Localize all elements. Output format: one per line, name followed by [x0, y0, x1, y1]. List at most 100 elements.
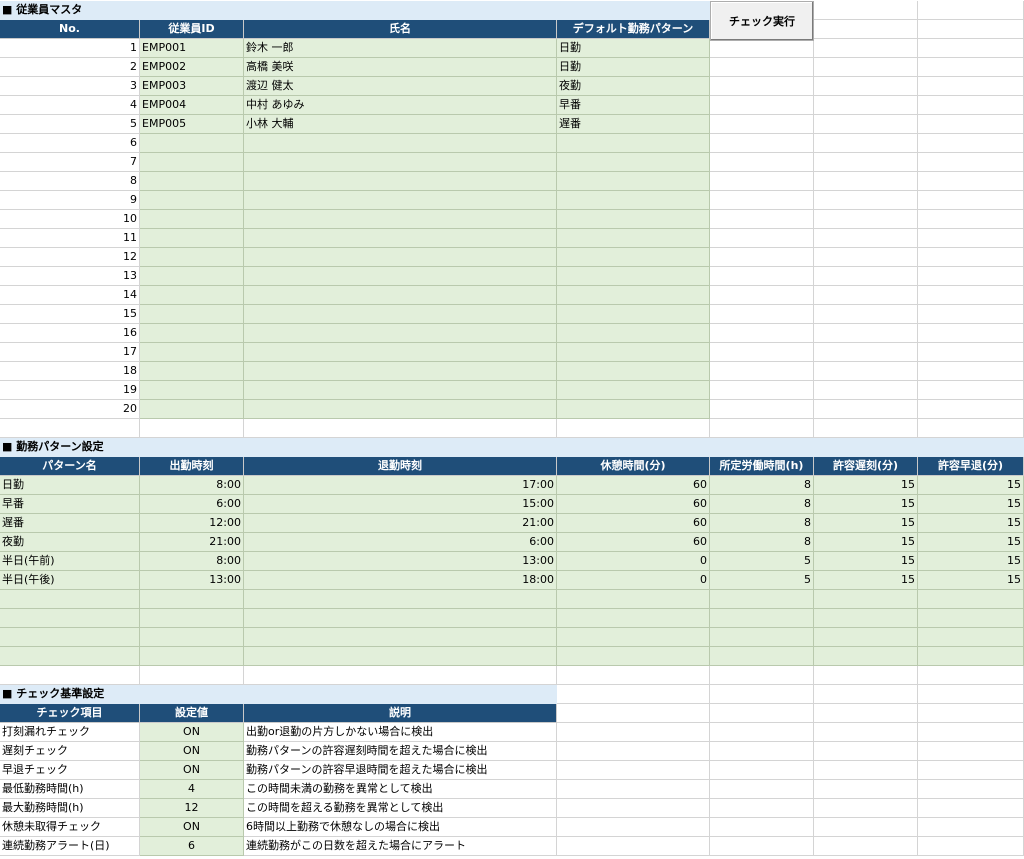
employee-id-cell[interactable]: EMP003: [140, 77, 244, 96]
employee-no[interactable]: 7: [0, 153, 140, 172]
grid-cell[interactable]: [557, 704, 710, 723]
pattern-value-cell[interactable]: [814, 628, 918, 647]
grid-cell[interactable]: [557, 780, 710, 799]
grid-cell[interactable]: [814, 77, 918, 96]
grid-cell[interactable]: [918, 362, 1024, 381]
grid-cell[interactable]: [814, 20, 918, 39]
grid-cell[interactable]: [710, 305, 814, 324]
employee-pattern-cell[interactable]: [557, 172, 710, 191]
employee-id-cell[interactable]: [140, 210, 244, 229]
employee-pattern-cell[interactable]: 日勤: [557, 39, 710, 58]
pattern-value-cell[interactable]: 15: [814, 533, 918, 552]
pattern-value-cell[interactable]: [557, 590, 710, 609]
employee-no[interactable]: 14: [0, 286, 140, 305]
grid-cell[interactable]: [710, 723, 814, 742]
employee-name-cell[interactable]: 小林 大輔: [244, 115, 557, 134]
employee-pattern-cell[interactable]: [557, 191, 710, 210]
pattern-value-cell[interactable]: [814, 609, 918, 628]
employee-id-cell[interactable]: [140, 191, 244, 210]
employee-name-cell[interactable]: [244, 153, 557, 172]
criteria-value-cell[interactable]: ON: [140, 742, 244, 761]
grid-cell[interactable]: [918, 267, 1024, 286]
pattern-value-cell[interactable]: 8:00: [140, 476, 244, 495]
grid-cell[interactable]: [814, 191, 918, 210]
pattern-value-cell[interactable]: 0: [557, 552, 710, 571]
pattern-header[interactable]: 許容遅刻(分): [814, 457, 918, 476]
pattern-value-cell[interactable]: [710, 609, 814, 628]
employee-name-cell[interactable]: [244, 248, 557, 267]
grid-cell[interactable]: [918, 210, 1024, 229]
grid-cell[interactable]: [710, 286, 814, 305]
grid-cell[interactable]: [918, 723, 1024, 742]
grid-cell[interactable]: [710, 761, 814, 780]
grid-cell[interactable]: [814, 96, 918, 115]
pattern-value-cell[interactable]: 21:00: [244, 514, 557, 533]
grid-cell[interactable]: [710, 685, 814, 704]
pattern-value-cell[interactable]: 18:00: [244, 571, 557, 590]
employee-name-cell[interactable]: [244, 362, 557, 381]
pattern-value-cell[interactable]: [557, 647, 710, 666]
grid-cell[interactable]: [710, 248, 814, 267]
employee-pattern-cell[interactable]: [557, 381, 710, 400]
pattern-value-cell[interactable]: [244, 628, 557, 647]
pattern-value-cell[interactable]: [140, 590, 244, 609]
grid-cell[interactable]: [557, 799, 710, 818]
pattern-value-cell[interactable]: 8: [710, 514, 814, 533]
pattern-value-cell[interactable]: [140, 647, 244, 666]
grid-cell[interactable]: [557, 685, 710, 704]
pattern-name-cell[interactable]: [0, 647, 140, 666]
grid-cell[interactable]: [814, 343, 918, 362]
pattern-value-cell[interactable]: [140, 628, 244, 647]
employee-id-cell[interactable]: [140, 286, 244, 305]
grid-cell[interactable]: [918, 666, 1024, 685]
grid-cell[interactable]: [918, 818, 1024, 837]
employee-pattern-cell[interactable]: [557, 305, 710, 324]
pattern-value-cell[interactable]: 0: [557, 571, 710, 590]
grid-cell[interactable]: [814, 362, 918, 381]
employee-pattern-cell[interactable]: [557, 210, 710, 229]
grid-cell[interactable]: [814, 134, 918, 153]
grid-cell[interactable]: [814, 704, 918, 723]
employee-name-cell[interactable]: [244, 172, 557, 191]
grid-cell[interactable]: [814, 115, 918, 134]
criteria-value-cell[interactable]: 6: [140, 837, 244, 856]
pattern-value-cell[interactable]: 17:00: [244, 476, 557, 495]
pattern-name-cell[interactable]: [0, 590, 140, 609]
pattern-value-cell[interactable]: 15: [918, 571, 1024, 590]
criteria-header[interactable]: 設定値: [140, 704, 244, 723]
employee-name-cell[interactable]: [244, 305, 557, 324]
grid-cell[interactable]: [710, 704, 814, 723]
grid-cell[interactable]: [814, 267, 918, 286]
employee-name-cell[interactable]: [244, 229, 557, 248]
criteria-item-cell[interactable]: 打刻漏れチェック: [0, 723, 140, 742]
criteria-header[interactable]: チェック項目: [0, 704, 140, 723]
grid-cell[interactable]: [710, 153, 814, 172]
grid-cell[interactable]: [557, 666, 710, 685]
pattern-header[interactable]: 出勤時刻: [140, 457, 244, 476]
grid-cell[interactable]: [814, 723, 918, 742]
employee-id-cell[interactable]: [140, 267, 244, 286]
grid-cell[interactable]: [244, 666, 557, 685]
criteria-value-cell[interactable]: 4: [140, 780, 244, 799]
grid-cell[interactable]: [814, 172, 918, 191]
grid-cell[interactable]: [814, 799, 918, 818]
pattern-value-cell[interactable]: [244, 590, 557, 609]
pattern-value-cell[interactable]: 60: [557, 476, 710, 495]
pattern-value-cell[interactable]: [710, 628, 814, 647]
grid-cell[interactable]: [710, 210, 814, 229]
pattern-value-cell[interactable]: 6:00: [140, 495, 244, 514]
grid-cell[interactable]: [710, 115, 814, 134]
grid-cell[interactable]: [918, 58, 1024, 77]
grid-cell[interactable]: [244, 419, 557, 438]
pattern-value-cell[interactable]: [918, 628, 1024, 647]
grid-cell[interactable]: [918, 96, 1024, 115]
employee-id-cell[interactable]: [140, 248, 244, 267]
pattern-value-cell[interactable]: 5: [710, 571, 814, 590]
criteria-item-cell[interactable]: 連続勤務アラート(日): [0, 837, 140, 856]
employee-id-cell[interactable]: EMP001: [140, 39, 244, 58]
employee-name-cell[interactable]: [244, 343, 557, 362]
grid-cell[interactable]: [710, 381, 814, 400]
employee-no[interactable]: 11: [0, 229, 140, 248]
grid-cell[interactable]: [814, 685, 918, 704]
criteria-description-cell[interactable]: 連続勤務がこの日数を超えた場合にアラート: [244, 837, 557, 856]
